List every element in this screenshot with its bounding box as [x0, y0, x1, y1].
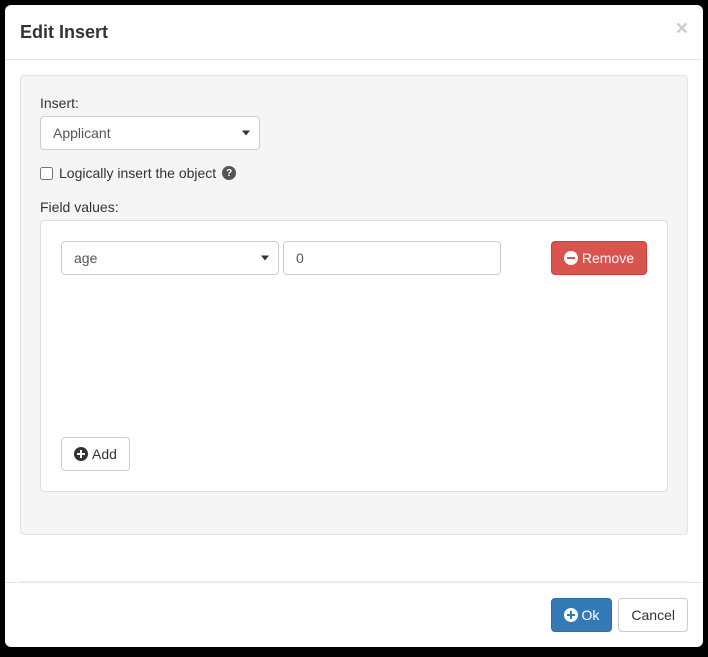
field-name-select[interactable]: age: [61, 241, 279, 275]
add-button-wrap: Add: [61, 437, 130, 471]
close-icon: ×: [676, 17, 688, 40]
logical-insert-row: Logically insert the object ?: [40, 165, 668, 181]
field-name-select-wrapper: age: [61, 241, 279, 275]
modal-header: Edit Insert ×: [5, 5, 703, 60]
remove-button-label: Remove: [582, 250, 634, 266]
cancel-button-label: Cancel: [631, 607, 675, 623]
plus-circle-icon: [564, 608, 578, 622]
field-values-panel: age Remove: [40, 220, 668, 492]
cancel-button[interactable]: Cancel: [618, 598, 688, 632]
plus-circle-icon: [74, 447, 88, 461]
remove-button[interactable]: Remove: [551, 241, 647, 275]
remove-button-wrap: Remove: [551, 241, 647, 275]
edit-insert-modal: Edit Insert × Insert: Applicant Logicall…: [5, 5, 703, 647]
field-value-row: age Remove: [61, 241, 647, 275]
add-button[interactable]: Add: [61, 437, 130, 471]
modal-footer: Ok Cancel: [5, 582, 703, 647]
field-values-label: Field values:: [40, 199, 668, 215]
modal-body: Insert: Applicant Logically insert the o…: [5, 60, 703, 581]
logical-insert-checkbox[interactable]: [40, 167, 53, 180]
field-values-section: Field values: age: [40, 199, 668, 492]
logical-insert-label[interactable]: Logically insert the object: [59, 165, 216, 181]
close-button[interactable]: ×: [676, 18, 688, 39]
insert-label: Insert:: [40, 95, 668, 111]
minus-circle-icon: [564, 251, 578, 265]
field-value-input[interactable]: [283, 241, 501, 275]
ok-button-label: Ok: [582, 607, 600, 623]
help-icon[interactable]: ?: [222, 166, 236, 180]
form-panel: Insert: Applicant Logically insert the o…: [20, 75, 688, 535]
ok-button[interactable]: Ok: [551, 598, 613, 632]
insert-select-wrapper: Applicant: [40, 116, 260, 150]
insert-select[interactable]: Applicant: [40, 116, 260, 150]
add-button-label: Add: [92, 446, 117, 462]
modal-title: Edit Insert: [20, 20, 108, 45]
